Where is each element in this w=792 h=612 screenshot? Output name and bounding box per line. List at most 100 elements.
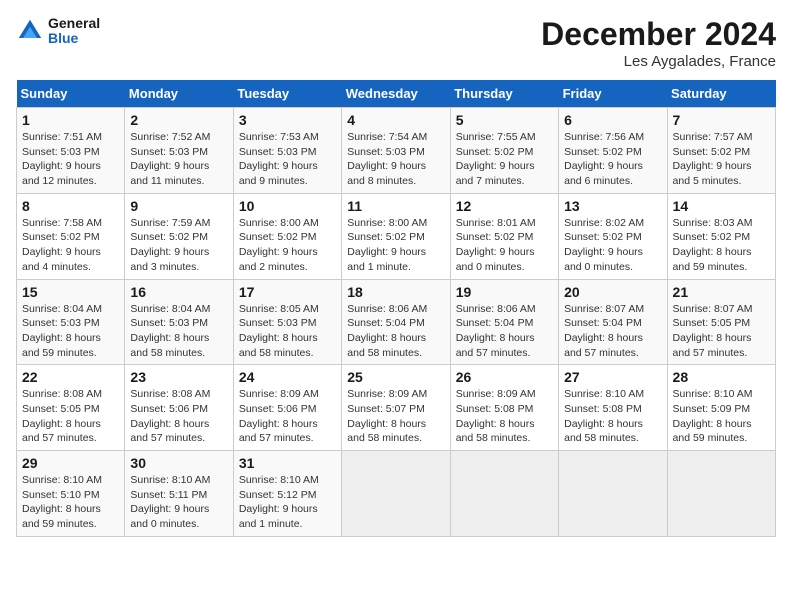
day-info: Sunrise: 7:52 AM Sunset: 5:03 PM Dayligh…: [130, 130, 227, 189]
day-number: 28: [673, 369, 770, 385]
logo: General Blue: [16, 16, 100, 47]
day-number: 8: [22, 198, 119, 214]
day-info: Sunrise: 8:05 AM Sunset: 5:03 PM Dayligh…: [239, 302, 336, 361]
day-info: Sunrise: 8:00 AM Sunset: 5:02 PM Dayligh…: [239, 216, 336, 275]
day-number: 31: [239, 455, 336, 471]
day-number: 1: [22, 112, 119, 128]
calendar-table: SundayMondayTuesdayWednesdayThursdayFrid…: [16, 80, 776, 537]
day-info: Sunrise: 8:09 AM Sunset: 5:07 PM Dayligh…: [347, 387, 444, 446]
weekday-header: Wednesday: [342, 80, 450, 108]
weekday-header: Thursday: [450, 80, 558, 108]
calendar-cell: 6 Sunrise: 7:56 AM Sunset: 5:02 PM Daylig…: [559, 108, 667, 194]
day-info: Sunrise: 8:10 AM Sunset: 5:09 PM Dayligh…: [673, 387, 770, 446]
day-info: Sunrise: 8:09 AM Sunset: 5:08 PM Dayligh…: [456, 387, 553, 446]
day-info: Sunrise: 8:00 AM Sunset: 5:02 PM Dayligh…: [347, 216, 444, 275]
calendar-cell: [342, 451, 450, 537]
day-info: Sunrise: 8:07 AM Sunset: 5:04 PM Dayligh…: [564, 302, 661, 361]
day-info: Sunrise: 8:08 AM Sunset: 5:06 PM Dayligh…: [130, 387, 227, 446]
logo-general: General: [48, 16, 100, 31]
day-number: 24: [239, 369, 336, 385]
weekday-header: Tuesday: [233, 80, 341, 108]
calendar-week-row: 1Sunrise: 7:51 AM Sunset: 5:03 PM Daylig…: [17, 108, 776, 194]
day-number: 11: [347, 198, 444, 214]
day-number: 13: [564, 198, 661, 214]
calendar-cell: [559, 451, 667, 537]
calendar-cell: 14Sunrise: 8:03 AM Sunset: 5:02 PM Dayli…: [667, 193, 775, 279]
day-info: Sunrise: 8:04 AM Sunset: 5:03 PM Dayligh…: [130, 302, 227, 361]
calendar-cell: 16 Sunrise: 8:04 AM Sunset: 5:03 PM Dayli…: [125, 279, 233, 365]
day-number: 22: [22, 369, 119, 385]
calendar-cell: 22 Sunrise: 8:08 AM Sunset: 5:05 PM Dayli…: [17, 365, 125, 451]
day-info: Sunrise: 7:53 AM Sunset: 5:03 PM Dayligh…: [239, 130, 336, 189]
day-number: 19: [456, 284, 553, 300]
calendar-cell: 26 Sunrise: 8:09 AM Sunset: 5:08 PM Dayli…: [450, 365, 558, 451]
title-block: December 2024 Les Aygalades, France: [541, 16, 776, 70]
day-number: 9: [130, 198, 227, 214]
page-header: General Blue December 2024 Les Aygalades…: [16, 16, 776, 70]
calendar-cell: [450, 451, 558, 537]
day-number: 2: [130, 112, 227, 128]
day-info: Sunrise: 8:10 AM Sunset: 5:11 PM Dayligh…: [130, 473, 227, 532]
weekday-header: Friday: [559, 80, 667, 108]
day-info: Sunrise: 8:01 AM Sunset: 5:02 PM Dayligh…: [456, 216, 553, 275]
day-info: Sunrise: 7:58 AM Sunset: 5:02 PM Dayligh…: [22, 216, 119, 275]
calendar-cell: [667, 451, 775, 537]
day-info: Sunrise: 8:10 AM Sunset: 5:12 PM Dayligh…: [239, 473, 336, 532]
calendar-cell: 15 Sunrise: 8:04 AM Sunset: 5:03 PM Dayli…: [17, 279, 125, 365]
day-info: Sunrise: 7:55 AM Sunset: 5:02 PM Dayligh…: [456, 130, 553, 189]
day-number: 15: [22, 284, 119, 300]
day-info: Sunrise: 7:59 AM Sunset: 5:02 PM Dayligh…: [130, 216, 227, 275]
day-info: Sunrise: 8:09 AM Sunset: 5:06 PM Dayligh…: [239, 387, 336, 446]
logo-blue: Blue: [48, 31, 100, 46]
day-number: 7: [673, 112, 770, 128]
calendar-week-row: 29Sunrise: 8:10 AM Sunset: 5:10 PM Dayli…: [17, 451, 776, 537]
calendar-cell: 17 Sunrise: 8:05 AM Sunset: 5:03 PM Dayli…: [233, 279, 341, 365]
day-number: 3: [239, 112, 336, 128]
calendar-cell: 19 Sunrise: 8:06 AM Sunset: 5:04 PM Dayli…: [450, 279, 558, 365]
calendar-cell: 2 Sunrise: 7:52 AM Sunset: 5:03 PM Daylig…: [125, 108, 233, 194]
weekday-header: Sunday: [17, 80, 125, 108]
weekday-header: Saturday: [667, 80, 775, 108]
calendar-cell: 24 Sunrise: 8:09 AM Sunset: 5:06 PM Dayli…: [233, 365, 341, 451]
day-info: Sunrise: 8:04 AM Sunset: 5:03 PM Dayligh…: [22, 302, 119, 361]
calendar-week-row: 22 Sunrise: 8:08 AM Sunset: 5:05 PM Dayli…: [17, 365, 776, 451]
calendar-cell: 9 Sunrise: 7:59 AM Sunset: 5:02 PM Daylig…: [125, 193, 233, 279]
day-info: Sunrise: 8:06 AM Sunset: 5:04 PM Dayligh…: [456, 302, 553, 361]
day-info: Sunrise: 8:08 AM Sunset: 5:05 PM Dayligh…: [22, 387, 119, 446]
day-number: 23: [130, 369, 227, 385]
calendar-cell: 7 Sunrise: 7:57 AM Sunset: 5:02 PM Daylig…: [667, 108, 775, 194]
location: Les Aygalades, France: [541, 53, 776, 70]
month-title: December 2024: [541, 16, 776, 53]
day-number: 10: [239, 198, 336, 214]
weekday-header-row: SundayMondayTuesdayWednesdayThursdayFrid…: [17, 80, 776, 108]
day-number: 17: [239, 284, 336, 300]
calendar-cell: 4Sunrise: 7:54 AM Sunset: 5:03 PM Daylig…: [342, 108, 450, 194]
day-number: 12: [456, 198, 553, 214]
day-info: Sunrise: 8:07 AM Sunset: 5:05 PM Dayligh…: [673, 302, 770, 361]
calendar-cell: 1Sunrise: 7:51 AM Sunset: 5:03 PM Daylig…: [17, 108, 125, 194]
calendar-cell: 10 Sunrise: 8:00 AM Sunset: 5:02 PM Dayli…: [233, 193, 341, 279]
day-number: 27: [564, 369, 661, 385]
calendar-cell: 27Sunrise: 8:10 AM Sunset: 5:08 PM Dayli…: [559, 365, 667, 451]
weekday-header: Monday: [125, 80, 233, 108]
calendar-cell: 11 Sunrise: 8:00 AM Sunset: 5:02 PM Dayli…: [342, 193, 450, 279]
day-info: Sunrise: 7:56 AM Sunset: 5:02 PM Dayligh…: [564, 130, 661, 189]
logo-icon: [16, 17, 44, 45]
day-number: 6: [564, 112, 661, 128]
day-number: 16: [130, 284, 227, 300]
calendar-cell: 18Sunrise: 8:06 AM Sunset: 5:04 PM Dayli…: [342, 279, 450, 365]
day-number: 30: [130, 455, 227, 471]
day-number: 14: [673, 198, 770, 214]
logo-text: General Blue: [48, 16, 100, 47]
day-info: Sunrise: 7:57 AM Sunset: 5:02 PM Dayligh…: [673, 130, 770, 189]
calendar-cell: 12 Sunrise: 8:01 AM Sunset: 5:02 PM Dayli…: [450, 193, 558, 279]
calendar-cell: 25Sunrise: 8:09 AM Sunset: 5:07 PM Dayli…: [342, 365, 450, 451]
day-number: 20: [564, 284, 661, 300]
day-number: 5: [456, 112, 553, 128]
calendar-cell: 21 Sunrise: 8:07 AM Sunset: 5:05 PM Dayli…: [667, 279, 775, 365]
day-number: 26: [456, 369, 553, 385]
calendar-cell: 29Sunrise: 8:10 AM Sunset: 5:10 PM Dayli…: [17, 451, 125, 537]
calendar-cell: 23 Sunrise: 8:08 AM Sunset: 5:06 PM Dayli…: [125, 365, 233, 451]
day-number: 21: [673, 284, 770, 300]
day-number: 4: [347, 112, 444, 128]
